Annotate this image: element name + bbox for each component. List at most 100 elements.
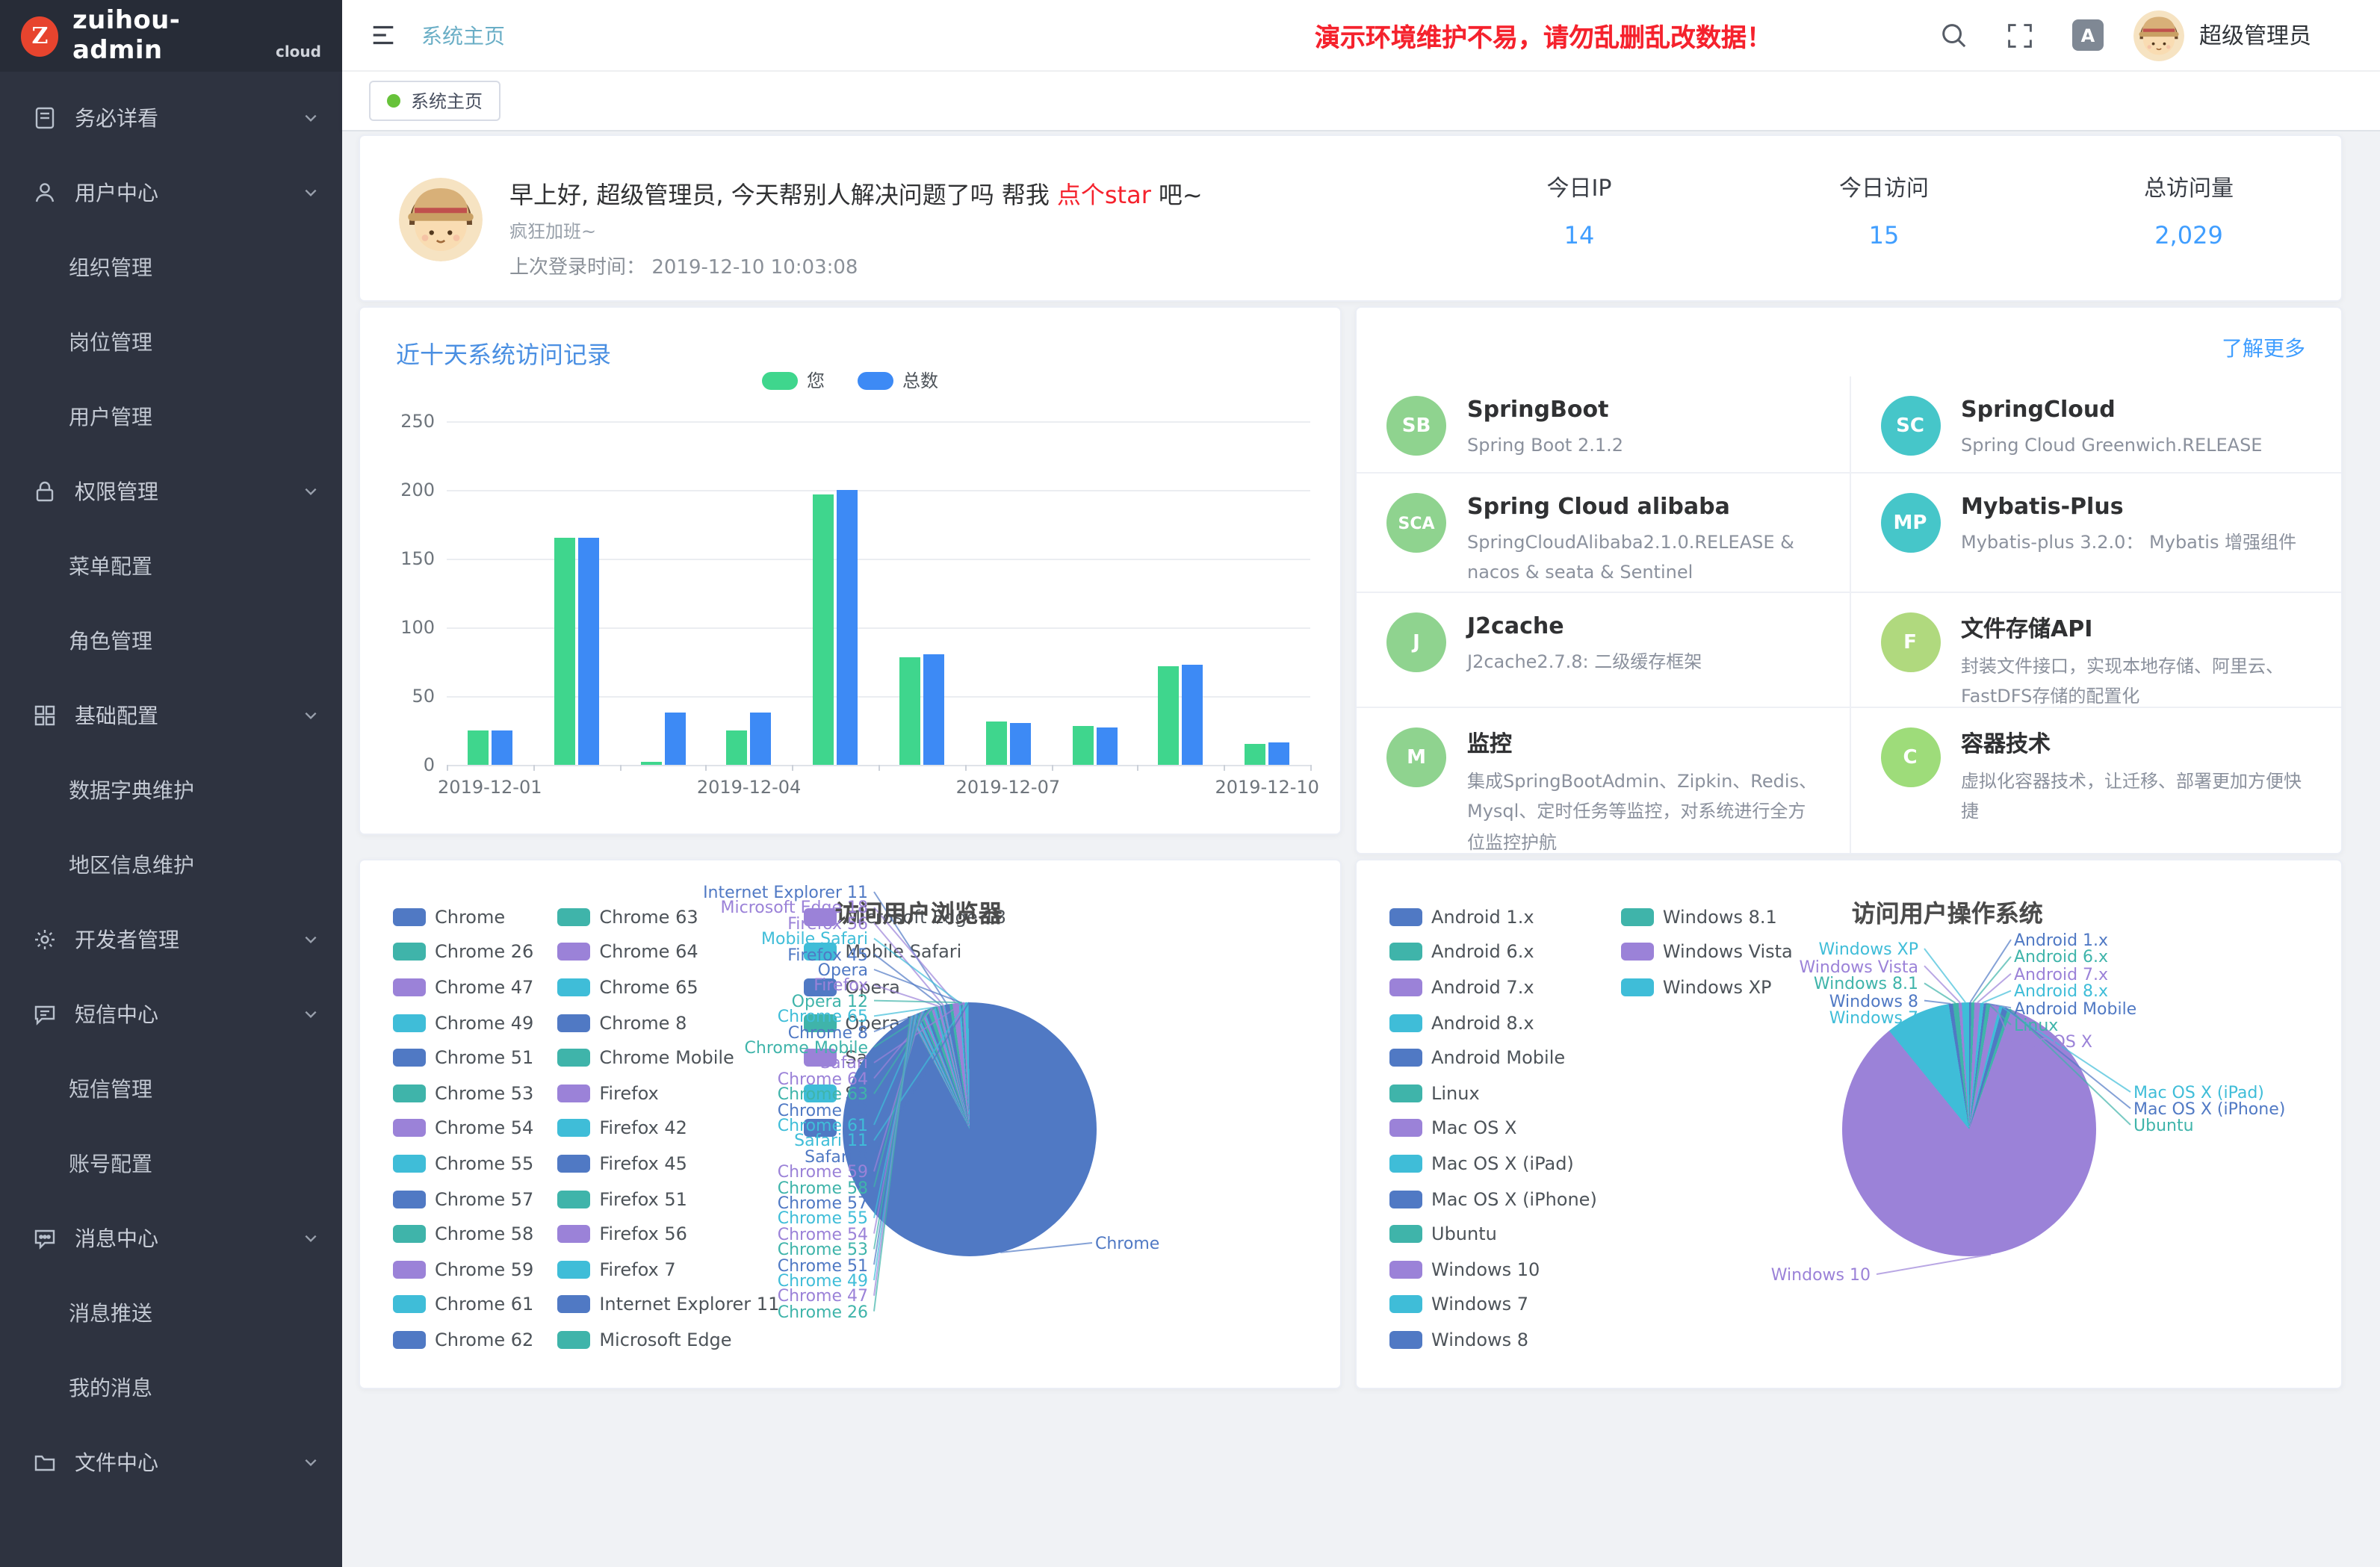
legend-item[interactable]: Windows XP [1621, 977, 1793, 998]
tech-item[interactable]: SBSpringBootSpring Boot 2.1.2 [1357, 376, 1849, 472]
sidebar-item[interactable]: 组织管理 [0, 230, 342, 305]
sidebar-item[interactable]: 岗位管理 [0, 305, 342, 379]
legend-swatch [1389, 908, 1422, 926]
tech-item[interactable]: C容器技术虚拟化容器技术，让迁移、部署更加方便快捷 [1849, 707, 2341, 853]
breadcrumb[interactable]: 系统主页 [421, 20, 505, 50]
legend-item[interactable]: Chrome 26 [393, 942, 533, 963]
tech-item[interactable]: M监控集成SpringBootAdmin、Zipkin、Redis、Mysql、… [1357, 707, 1849, 853]
pie-label: Windows XP [1818, 941, 1918, 958]
star-link[interactable]: 点个star [1057, 181, 1151, 209]
legend-item[interactable]: Firefox 51 [557, 1188, 779, 1209]
tech-item[interactable]: SCSpringCloudSpring Cloud Greenwich.RELE… [1849, 376, 2341, 472]
legend-item[interactable]: Chrome 57 [393, 1188, 533, 1209]
legend-swatch [393, 1085, 426, 1102]
stat-label: 今日IP [1427, 172, 1732, 203]
sidebar-item[interactable]: 消息推送 [0, 1276, 342, 1350]
legend-item[interactable]: Internet Explorer 11 [557, 1294, 779, 1315]
legend-item[interactable]: Chrome 64 [557, 942, 779, 963]
legend-item[interactable]: Android 8.x [1389, 1012, 1597, 1033]
legend-item[interactable]: Firefox 7 [557, 1259, 779, 1279]
sidebar-item[interactable]: 菜单配置 [0, 529, 342, 603]
legend-swatch [1389, 1296, 1422, 1314]
legend-item[interactable]: Mac OS X (iPhone) [1389, 1188, 1597, 1209]
legend-item[interactable]: Android 7.x [1389, 977, 1597, 998]
legend-item[interactable]: Windows 10 [1389, 1259, 1597, 1279]
sidebar-item[interactable]: 基础配置 [0, 678, 342, 753]
search-icon[interactable] [1939, 21, 1968, 49]
legend-item[interactable]: Mac OS X [1389, 1118, 1597, 1139]
legend-label: Chrome 58 [435, 1223, 533, 1244]
bar-total [1268, 743, 1289, 765]
bar-you [1245, 744, 1265, 765]
legend-item[interactable]: Windows 8.1 [1621, 907, 1793, 928]
legend-item[interactable]: Chrome [393, 907, 533, 928]
legend-item[interactable]: Android Mobile [1389, 1047, 1597, 1068]
legend-item[interactable]: Chrome 54 [393, 1118, 533, 1139]
sidebar-item[interactable]: 我的消息 [0, 1350, 342, 1425]
legend-item[interactable]: Microsoft Edge [557, 1329, 779, 1350]
legend-label: Chrome 65 [599, 977, 698, 998]
legend-item[interactable]: Mac OS X (iPad) [1389, 1153, 1597, 1174]
last-login-label: 上次登录时间： [509, 257, 645, 279]
tech-desc: Spring Cloud Greenwich.RELEASE [1961, 430, 2262, 461]
sidebar-item[interactable]: 开发者管理 [0, 902, 342, 977]
legend-item[interactable]: Linux [1389, 1083, 1597, 1104]
avatar[interactable] [2133, 10, 2184, 60]
tech-item[interactable]: F文件存储API封装文件接口，实现本地存储、阿里云、FastDFS存储的配置化 [1849, 592, 2341, 707]
legend-item[interactable]: Chrome 65 [557, 977, 779, 998]
tech-item[interactable]: JJ2cacheJ2cache2.7.8: 二级缓存框架 [1357, 592, 1849, 707]
legend-item[interactable]: Firefox 45 [557, 1153, 779, 1174]
legend-item[interactable]: Chrome 8 [557, 1012, 779, 1033]
fullscreen-icon[interactable] [2006, 22, 2033, 49]
legend-item[interactable]: Android 6.x [1389, 942, 1597, 963]
legend-item[interactable]: Firefox 56 [557, 1223, 779, 1244]
sidebar-item[interactable]: 短信管理 [0, 1052, 342, 1126]
gridline [447, 421, 1310, 423]
browser-pie[interactable] [843, 1002, 1097, 1256]
sidebar-item-label: 开发者管理 [75, 925, 179, 955]
sidebar-item[interactable]: 账号配置 [0, 1126, 342, 1201]
sidebar-item[interactable]: 权限管理 [0, 454, 342, 529]
stat-label: 总访问量 [2036, 172, 2341, 203]
learn-more-link[interactable]: 了解更多 [2222, 333, 2305, 363]
legend-item[interactable]: Chrome 53 [393, 1083, 533, 1104]
legend-item[interactable]: Firefox 42 [557, 1118, 779, 1139]
font-size-icon[interactable]: A [2072, 19, 2104, 51]
tab-home[interactable]: 系统主页 [369, 81, 501, 121]
legend-item[interactable]: Android 1.x [1389, 907, 1597, 928]
sidebar-item[interactable]: 地区信息维护 [0, 828, 342, 902]
legend-item[interactable]: Chrome 47 [393, 977, 533, 998]
legend-item[interactable]: Ubuntu [1389, 1223, 1597, 1244]
sidebar-item-label: 短信中心 [75, 999, 158, 1029]
sidebar-item[interactable]: 角色管理 [0, 603, 342, 678]
legend-item[interactable]: Chrome 51 [393, 1047, 533, 1068]
legend-item[interactable]: Windows 7 [1389, 1294, 1597, 1315]
sidebar-item[interactable]: 用户管理 [0, 379, 342, 454]
legend-label: Mac OS X (iPhone) [1431, 1188, 1597, 1209]
legend-item[interactable]: Windows 8 [1389, 1329, 1597, 1350]
legend-item[interactable]: Chrome 61 [393, 1294, 533, 1315]
legend-item[interactable]: Firefox [557, 1083, 779, 1104]
sidebar-item[interactable]: 务必详看 [0, 81, 342, 155]
sidebar-item-label: 用户管理 [69, 402, 152, 432]
sidebar-item[interactable]: 短信中心 [0, 977, 342, 1052]
sidebar-item[interactable]: 消息中心 [0, 1201, 342, 1276]
username[interactable]: 超级管理员 [2199, 19, 2311, 51]
legend-item[interactable]: Chrome 62 [393, 1329, 533, 1350]
legend-item[interactable]: Chrome 58 [393, 1223, 533, 1244]
legend-item[interactable]: Chrome 49 [393, 1012, 533, 1033]
axis-tick [878, 765, 880, 771]
legend-item[interactable]: Chrome 55 [393, 1153, 533, 1174]
axis-tick [1224, 765, 1225, 771]
axis-tick [533, 765, 535, 771]
tech-item[interactable]: SCASpring Cloud alibabaSpringCloudAlibab… [1357, 472, 1849, 592]
sidebar-item[interactable]: 数据字典维护 [0, 753, 342, 828]
sidebar-item[interactable]: 文件中心 [0, 1425, 342, 1500]
sidebar-item[interactable]: 用户中心 [0, 155, 342, 230]
legend-item[interactable]: Chrome 59 [393, 1259, 533, 1279]
legend-item[interactable]: Windows Vista [1621, 942, 1793, 963]
legend-swatch [557, 1120, 590, 1138]
collapse-menu-icon[interactable] [369, 21, 397, 49]
tech-item[interactable]: MPMybatis-PlusMybatis-plus 3.2.0： Mybati… [1849, 472, 2341, 592]
legend-swatch [557, 943, 590, 961]
